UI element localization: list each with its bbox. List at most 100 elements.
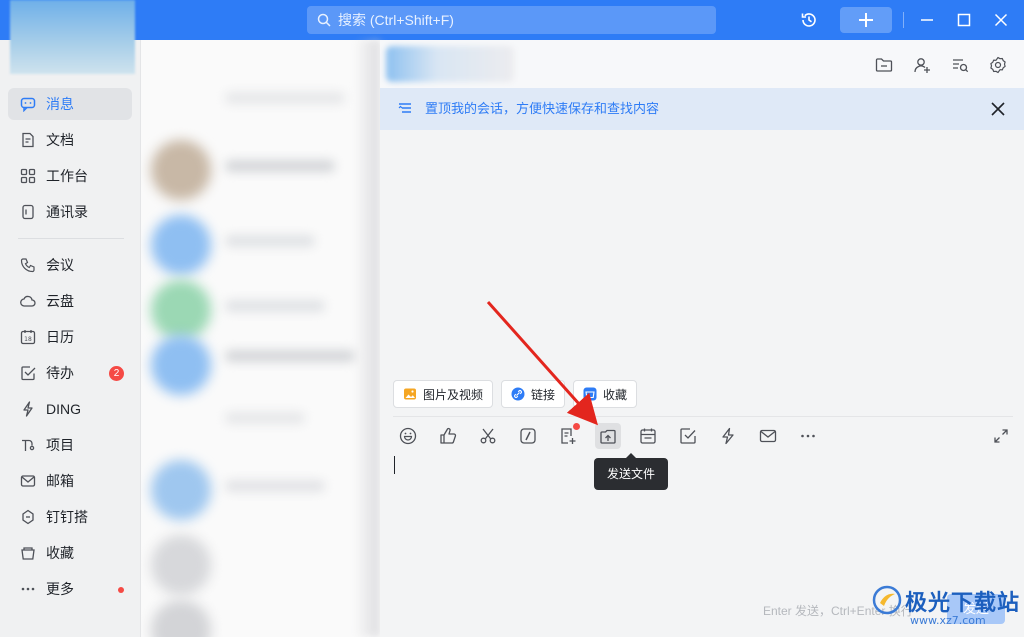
emoji-button[interactable] (395, 423, 421, 449)
chat-title[interactable] (386, 46, 514, 82)
sidebar-item-label: 云盘 (46, 293, 74, 309)
sidebar-item-label: 通讯录 (46, 204, 88, 220)
watermark-logo-icon (872, 585, 902, 615)
maximize-button[interactable] (951, 7, 977, 33)
sidebar-item-mail[interactable]: 邮箱 (8, 465, 132, 497)
titlebar-divider (903, 12, 904, 28)
sidebar-item-project[interactable]: 项目 (8, 429, 132, 461)
screenshot-button[interactable] (475, 423, 501, 449)
history-button[interactable] (796, 7, 822, 33)
sidebar-item-meeting[interactable]: 会议 (8, 249, 132, 281)
text-cursor[interactable] (394, 456, 395, 474)
minimize-icon (921, 19, 933, 21)
sidebar-item-label: 工作台 (46, 168, 88, 184)
search-icon (317, 13, 331, 27)
sidebar-item-label: 更多 (46, 581, 74, 597)
sidebar-item-label: 收藏 (46, 545, 74, 561)
contacts-icon (20, 204, 36, 220)
add-button[interactable] (840, 7, 892, 33)
sidebar-item-calendar[interactable]: 18 日历 (8, 321, 132, 353)
conversation-avatar[interactable] (151, 535, 211, 595)
sidebar-divider (18, 238, 124, 239)
calendar-icon: 18 (20, 329, 36, 345)
mail-icon (20, 473, 36, 489)
conversation-avatar[interactable] (151, 335, 211, 395)
pin-tip-banner: 置顶我的会话，方便快速保存和查找内容 (380, 88, 1024, 130)
image-video-button[interactable]: 图片及视频 (393, 380, 494, 408)
conversation-avatar[interactable] (151, 140, 211, 200)
add-member-button[interactable] (911, 54, 933, 76)
sidebar-item-dingda[interactable]: 钉钉搭 (8, 501, 132, 533)
blurred-text (225, 160, 335, 172)
document-icon (20, 132, 36, 148)
folder-icon (875, 58, 893, 72)
blurred-text (225, 235, 315, 247)
avatar[interactable] (10, 0, 135, 74)
more-notification-dot (118, 587, 124, 593)
minimize-button[interactable] (914, 7, 940, 33)
sidebar-item-workbench[interactable]: 工作台 (8, 160, 132, 192)
sidebar-item-docs[interactable]: 文档 (8, 124, 132, 156)
blurred-text (225, 412, 305, 424)
pin-list-icon (398, 103, 411, 113)
expand-icon[interactable] (993, 428, 1009, 444)
maximize-icon (957, 13, 971, 27)
conversation-list[interactable] (141, 40, 380, 637)
conversation-avatar[interactable] (151, 460, 211, 520)
grid-icon (20, 168, 36, 184)
sidebar-item-todo[interactable]: 待办 2 (8, 357, 132, 389)
link-icon (511, 387, 525, 401)
close-icon[interactable] (990, 101, 1006, 117)
favorite-icon (20, 545, 36, 561)
build-icon (20, 509, 36, 525)
quick-actions: 图片及视频 链接 收藏 (393, 380, 638, 408)
favorites-label: 收藏 (603, 387, 628, 402)
blurred-text (225, 350, 355, 362)
sidebar-item-label: 文档 (46, 132, 74, 148)
command-button[interactable] (515, 423, 541, 449)
composer-divider (393, 416, 1013, 417)
send-file-tooltip: 发送文件 (594, 453, 668, 490)
title-bar: 搜索 (Ctrl+Shift+F) (0, 0, 1024, 40)
sidebar-item-label: 消息 (46, 96, 74, 112)
list-edge-shadow (355, 40, 380, 637)
send-file-button[interactable] (595, 423, 621, 449)
mail-icon (759, 429, 777, 443)
sidebar-item-cloud[interactable]: 云盘 (8, 285, 132, 317)
settings-button[interactable] (987, 54, 1009, 76)
favorites-button[interactable]: 收藏 (573, 380, 638, 408)
sidebar-item-label: 项目 (46, 437, 74, 453)
ding-button[interactable] (715, 423, 741, 449)
schedule-button[interactable] (635, 423, 661, 449)
chat-icon (20, 96, 36, 112)
sidebar-item-more[interactable]: 更多 (8, 573, 132, 605)
like-button[interactable] (435, 423, 461, 449)
conversation-avatar[interactable] (151, 215, 211, 275)
mail-button[interactable] (755, 423, 781, 449)
search-list-icon (953, 59, 969, 73)
conversation-avatar[interactable] (151, 600, 211, 637)
close-window-button[interactable] (988, 7, 1014, 33)
add-person-icon (914, 58, 930, 73)
sidebar-item-contacts[interactable]: 通讯录 (8, 196, 132, 228)
sidebar-item-ding[interactable]: DING (8, 393, 132, 425)
conversation-avatar[interactable] (151, 280, 211, 340)
task-button[interactable] (675, 423, 701, 449)
thumbs-up-icon (440, 427, 457, 444)
more-tools-button[interactable] (795, 423, 821, 449)
svg-text:18: 18 (24, 336, 32, 343)
note-button[interactable] (555, 423, 581, 449)
sidebar-item-favorites[interactable]: 收藏 (8, 537, 132, 569)
search-history-button[interactable] (949, 54, 971, 76)
link-button[interactable]: 链接 (501, 380, 566, 408)
chat-header (380, 40, 1024, 88)
search-input[interactable]: 搜索 (Ctrl+Shift+F) (307, 6, 716, 34)
search-placeholder: 搜索 (Ctrl+Shift+F) (338, 12, 454, 28)
image-video-label: 图片及视频 (423, 387, 484, 402)
schedule-icon (640, 428, 656, 444)
sidebar-item-label: 邮箱 (46, 473, 74, 489)
sidebar-item-messages[interactable]: 消息 (8, 88, 132, 120)
folder-button[interactable] (873, 54, 895, 76)
sidebar-item-label: DING (46, 401, 81, 417)
close-icon (994, 13, 1008, 27)
